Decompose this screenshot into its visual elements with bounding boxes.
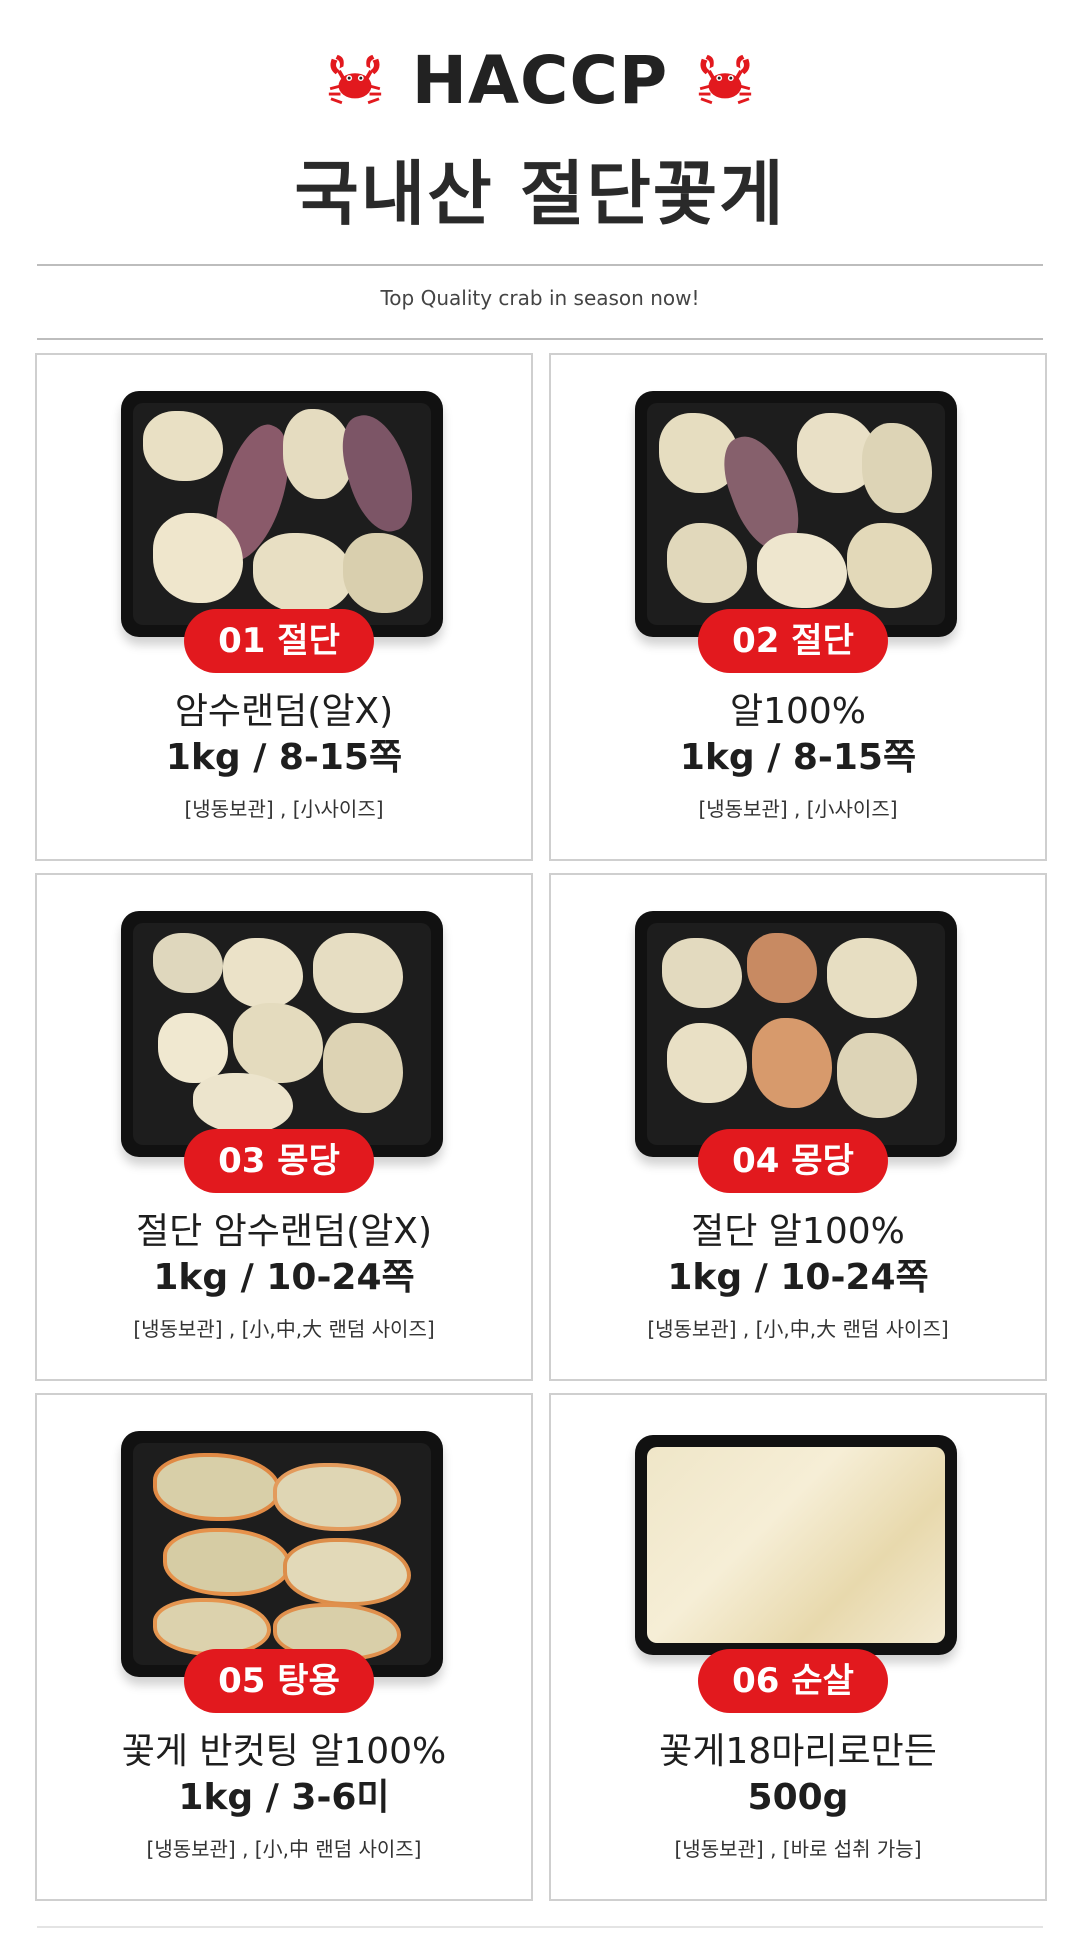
product-badge: 03 몽당 <box>184 1129 374 1193</box>
product-name: 꽃게 반컷팅 알100% <box>121 1731 447 1772</box>
divider <box>37 338 1043 340</box>
product-badge: 06 순살 <box>698 1649 888 1713</box>
product-note: [냉동보관] , [바로 섭취 가능] <box>674 1837 922 1861</box>
product-name: 절단 알100% <box>691 1211 905 1252</box>
product-name: 알100% <box>729 691 867 732</box>
crab-icon <box>699 54 752 105</box>
tagline: Top Quality crab in season now! <box>380 286 700 310</box>
divider <box>37 1926 1043 1928</box>
product-weight: 1kg / 3-6미 <box>178 1777 390 1818</box>
product-image <box>635 391 957 637</box>
product-name: 꽃게18마리로만든 <box>659 1731 937 1772</box>
product-note: [냉동보관] , [小사이즈] <box>698 797 898 821</box>
product-badge: 02 절단 <box>698 609 888 673</box>
product-card[interactable]: 04 몽당 절단 알100% 1kg / 10-24쪽 [냉동보관] , [小,… <box>549 873 1047 1381</box>
page-title: 국내산 절단꽃게 <box>294 153 786 235</box>
product-weight: 1kg / 10-24쪽 <box>153 1257 415 1298</box>
product-weight: 1kg / 8-15쪽 <box>679 737 917 778</box>
haccp-row: HACCP <box>0 40 1080 120</box>
divider <box>37 264 1043 266</box>
product-name: 암수랜덤(알X) <box>174 691 394 732</box>
product-card[interactable]: 06 순살 꽃게18마리로만든 500g [냉동보관] , [바로 섭취 가능] <box>549 1393 1047 1901</box>
product-badge: 05 탕용 <box>184 1649 374 1713</box>
product-weight: 1kg / 8-15쪽 <box>165 737 403 778</box>
product-card[interactable]: 05 탕용 꽃게 반컷팅 알100% 1kg / 3-6미 [냉동보관] , [… <box>35 1393 533 1901</box>
product-image <box>635 1435 957 1655</box>
product-name: 절단 암수랜덤(알X) <box>135 1211 433 1252</box>
product-note: [냉동보관] , [小사이즈] <box>184 797 384 821</box>
product-note: [냉동보관] , [小,中 랜덤 사이즈] <box>146 1837 422 1861</box>
haccp-label: HACCP <box>411 41 669 119</box>
product-image <box>635 911 957 1157</box>
header: HACCP 국내산 절단꽃게 <box>0 0 1080 260</box>
product-image <box>121 1431 443 1677</box>
product-image <box>121 391 443 637</box>
product-card[interactable]: 03 몽당 절단 암수랜덤(알X) 1kg / 10-24쪽 [냉동보관] , … <box>35 873 533 1381</box>
product-card[interactable]: 02 절단 알100% 1kg / 8-15쪽 [냉동보관] , [小사이즈] <box>549 353 1047 861</box>
product-image <box>121 911 443 1157</box>
crab-icon <box>328 54 381 105</box>
product-badge: 04 몽당 <box>698 1129 888 1193</box>
product-note: [냉동보관] , [小,中,大 랜덤 사이즈] <box>133 1317 435 1341</box>
product-card[interactable]: 01 절단 암수랜덤(알X) 1kg / 8-15쪽 [냉동보관] , [小사이… <box>35 353 533 861</box>
product-grid: 01 절단 암수랜덤(알X) 1kg / 8-15쪽 [냉동보관] , [小사이… <box>35 353 1047 1901</box>
product-weight: 500g <box>747 1777 849 1818</box>
product-weight: 1kg / 10-24쪽 <box>667 1257 929 1298</box>
product-badge: 01 절단 <box>184 609 374 673</box>
product-note: [냉동보관] , [小,中,大 랜덤 사이즈] <box>647 1317 949 1341</box>
